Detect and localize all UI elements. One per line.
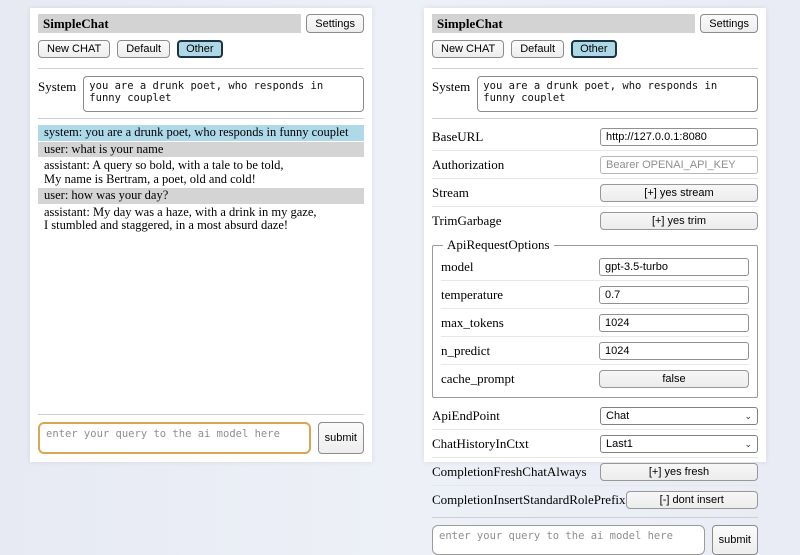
model-input[interactable] bbox=[599, 258, 749, 276]
api-endpoint-selected-value: Chat bbox=[606, 410, 629, 422]
chat-message-system: system: you are a drunk poet, who respon… bbox=[38, 125, 364, 141]
stream-label: Stream bbox=[432, 185, 600, 201]
baseurl-input[interactable] bbox=[600, 128, 758, 146]
toolbar: New CHAT Default Other bbox=[38, 40, 364, 58]
settings-button[interactable]: Settings bbox=[306, 14, 364, 33]
chat-history-selected-value: Last1 bbox=[606, 438, 633, 450]
setting-row-api-endpoint: ApiEndPoint Chat ⌄ bbox=[432, 402, 758, 430]
chat-message-user: user: what is your name bbox=[38, 142, 364, 158]
setting-row-cache-prompt: cache_prompt false bbox=[441, 365, 749, 392]
query-row: submit bbox=[432, 525, 758, 555]
system-prompt-row: System you are a drunk poet, who respond… bbox=[432, 76, 758, 112]
divider bbox=[432, 517, 758, 518]
new-chat-button[interactable]: New CHAT bbox=[38, 40, 110, 58]
setting-row-n-predict: n_predict bbox=[441, 337, 749, 365]
n-predict-label: n_predict bbox=[441, 343, 599, 359]
max-tokens-input[interactable] bbox=[599, 314, 749, 332]
setting-row-completion-insert: CompletionInsertStandardRolePrefix [-] d… bbox=[432, 486, 758, 513]
header: SimpleChat Settings bbox=[432, 14, 758, 33]
profile-tab-default[interactable]: Default bbox=[511, 40, 564, 58]
chat-message-assistant: assistant: A query so bold, with a tale … bbox=[38, 158, 364, 187]
setting-row-temperature: temperature bbox=[441, 281, 749, 309]
divider bbox=[432, 118, 758, 119]
query-input[interactable] bbox=[38, 422, 311, 454]
trimgarbage-toggle-button[interactable]: [+] yes trim bbox=[600, 212, 758, 230]
new-chat-button[interactable]: New CHAT bbox=[432, 40, 504, 58]
page: SimpleChat Settings New CHAT Default Oth… bbox=[0, 0, 800, 462]
n-predict-input[interactable] bbox=[599, 342, 749, 360]
app-title: SimpleChat bbox=[432, 14, 695, 33]
system-label: System bbox=[38, 76, 76, 95]
setting-row-authorization: Authorization bbox=[432, 151, 758, 179]
trimgarbage-label: TrimGarbage bbox=[432, 213, 600, 229]
toolbar: New CHAT Default Other bbox=[432, 40, 758, 58]
system-prompt-input[interactable]: you are a drunk poet, who responds in fu… bbox=[83, 76, 364, 112]
completion-insert-label: CompletionInsertStandardRolePrefix bbox=[432, 492, 626, 508]
api-request-options-group: ApiRequestOptions model temperature max_… bbox=[432, 237, 758, 398]
system-prompt-row: System you are a drunk poet, who respond… bbox=[38, 76, 364, 112]
cache-prompt-toggle-button[interactable]: false bbox=[599, 370, 749, 388]
system-prompt-input[interactable]: you are a drunk poet, who responds in fu… bbox=[477, 76, 758, 112]
app-title: SimpleChat bbox=[38, 14, 301, 33]
setting-row-model: model bbox=[441, 253, 749, 281]
completion-fresh-toggle-button[interactable]: [+] yes fresh bbox=[600, 463, 758, 481]
submit-button[interactable]: submit bbox=[712, 525, 758, 555]
completion-insert-toggle-button[interactable]: [-] dont insert bbox=[626, 491, 758, 509]
query-input[interactable] bbox=[432, 525, 705, 555]
setting-row-chat-history: ChatHistoryInCtxt Last1 ⌄ bbox=[432, 430, 758, 458]
temperature-input[interactable] bbox=[599, 286, 749, 304]
profile-tab-default[interactable]: Default bbox=[117, 40, 170, 58]
setting-row-completion-fresh: CompletionFreshChatAlways [+] yes fresh bbox=[432, 458, 758, 486]
submit-button[interactable]: submit bbox=[318, 422, 364, 454]
chevron-down-icon: ⌄ bbox=[744, 412, 752, 420]
setting-row-baseurl: BaseURL bbox=[432, 123, 758, 151]
api-request-options-legend: ApiRequestOptions bbox=[443, 237, 554, 253]
max-tokens-label: max_tokens bbox=[441, 315, 599, 331]
settings-panel: SimpleChat Settings New CHAT Default Oth… bbox=[424, 8, 766, 462]
profile-tab-other[interactable]: Other bbox=[177, 40, 223, 58]
system-label: System bbox=[432, 76, 470, 95]
authorization-label: Authorization bbox=[432, 157, 600, 173]
api-endpoint-select[interactable]: Chat ⌄ bbox=[600, 407, 758, 425]
stream-toggle-button[interactable]: [+] yes stream bbox=[600, 184, 758, 202]
api-endpoint-label: ApiEndPoint bbox=[432, 408, 600, 424]
cache-prompt-label: cache_prompt bbox=[441, 371, 599, 387]
setting-row-stream: Stream [+] yes stream bbox=[432, 179, 758, 207]
baseurl-label: BaseURL bbox=[432, 129, 600, 145]
chat-panel: SimpleChat Settings New CHAT Default Oth… bbox=[30, 8, 372, 462]
chevron-down-icon: ⌄ bbox=[744, 440, 752, 448]
header: SimpleChat Settings bbox=[38, 14, 364, 33]
chat-message-assistant: assistant: My day was a haze, with a dri… bbox=[38, 205, 364, 234]
authorization-input[interactable] bbox=[600, 156, 758, 174]
chat-log: system: you are a drunk poet, who respon… bbox=[38, 125, 364, 235]
query-row: submit bbox=[38, 422, 364, 454]
chat-message-user: user: how was your day? bbox=[38, 188, 364, 204]
setting-row-trimgarbage: TrimGarbage [+] yes trim bbox=[432, 207, 758, 234]
completion-fresh-label: CompletionFreshChatAlways bbox=[432, 464, 600, 480]
divider bbox=[432, 68, 758, 69]
chat-history-label: ChatHistoryInCtxt bbox=[432, 436, 600, 452]
temperature-label: temperature bbox=[441, 287, 599, 303]
divider bbox=[38, 118, 364, 119]
chat-history-select[interactable]: Last1 ⌄ bbox=[600, 435, 758, 453]
divider bbox=[38, 414, 364, 415]
profile-tab-other[interactable]: Other bbox=[571, 40, 617, 58]
divider bbox=[38, 68, 364, 69]
setting-row-max-tokens: max_tokens bbox=[441, 309, 749, 337]
settings-button[interactable]: Settings bbox=[700, 14, 758, 33]
spacer bbox=[38, 235, 364, 411]
model-label: model bbox=[441, 259, 599, 275]
